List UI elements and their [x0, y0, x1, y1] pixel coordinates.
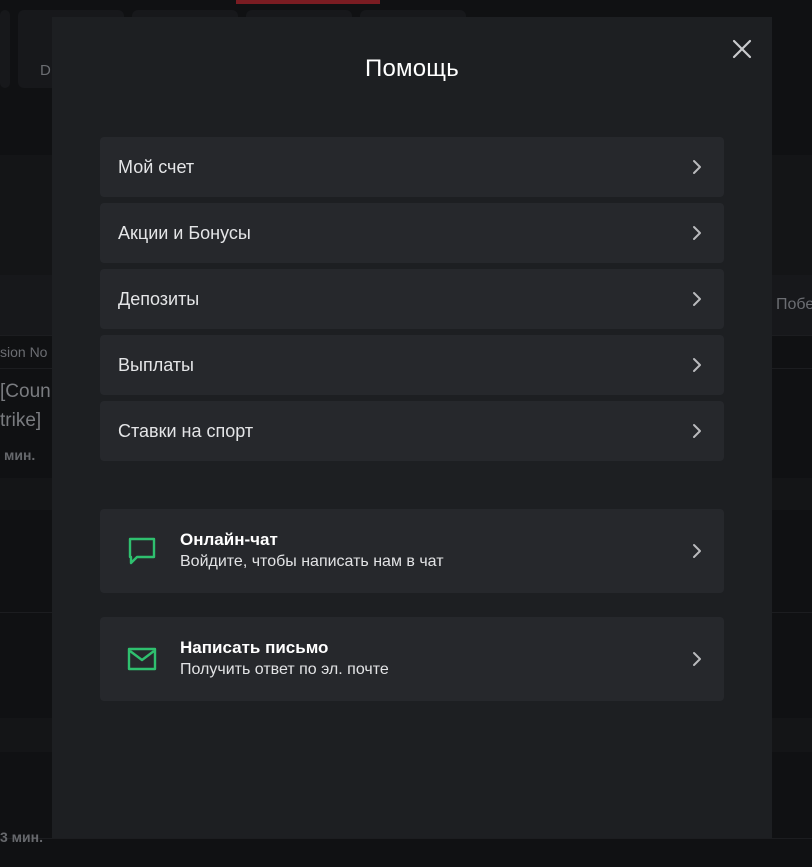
contact-subtitle: Войдите, чтобы написать нам в чат	[180, 553, 444, 570]
contact-subtitle: Получить ответ по эл. почте	[180, 661, 389, 678]
help-item-label: Выплаты	[118, 354, 194, 375]
contact-email[interactable]: Написать письмо Получить ответ по эл. по…	[100, 617, 724, 701]
chevron-right-icon	[690, 224, 704, 242]
bg-match-title: trike]	[0, 410, 42, 431]
chevron-right-icon	[690, 650, 704, 668]
chevron-right-icon	[690, 356, 704, 374]
help-item-my-account[interactable]: Мой счет	[100, 137, 724, 197]
help-menu-list: Мой счет Акции и Бонусы Депозиты Выплаты…	[100, 137, 724, 467]
bg-tab-label: D	[40, 62, 51, 79]
bg-column-header: Побе	[776, 296, 812, 313]
chevron-right-icon	[690, 542, 704, 560]
bg-tab	[0, 10, 10, 88]
chevron-right-icon	[690, 422, 704, 440]
bg-match-time: мин.	[4, 447, 36, 463]
bg-divider	[0, 838, 812, 839]
help-item-promotions[interactable]: Акции и Бонусы	[100, 203, 724, 263]
contact-texts: Написать письмо Получить ответ по эл. по…	[180, 637, 690, 681]
bg-match-time: 3 мин.	[0, 829, 43, 845]
help-item-withdrawals[interactable]: Выплаты	[100, 335, 724, 395]
help-modal: Помощь Мой счет Акции и Бонусы Депозиты …	[52, 17, 772, 838]
help-item-deposits[interactable]: Депозиты	[100, 269, 724, 329]
envelope-icon	[124, 641, 160, 677]
bg-column-header: sion No	[0, 344, 48, 360]
bg-match-title: [Coun	[0, 381, 51, 402]
modal-title: Помощь	[365, 55, 459, 82]
chevron-right-icon	[690, 290, 704, 308]
help-item-label: Мой счет	[118, 156, 195, 177]
help-item-label: Акции и Бонусы	[118, 222, 251, 243]
chevron-right-icon	[690, 158, 704, 176]
help-item-label: Ставки на спорт	[118, 420, 254, 441]
chat-bubble-icon	[124, 533, 160, 569]
contact-texts: Онлайн-чат Войдите, чтобы написать нам в…	[180, 529, 690, 573]
active-tab-indicator	[236, 0, 380, 4]
contact-title: Написать письмо	[180, 638, 329, 657]
help-item-sports-betting[interactable]: Ставки на спорт	[100, 401, 724, 461]
contact-title: Онлайн-чат	[180, 530, 278, 549]
contact-online-chat[interactable]: Онлайн-чат Войдите, чтобы написать нам в…	[100, 509, 724, 593]
help-item-label: Депозиты	[118, 288, 200, 309]
